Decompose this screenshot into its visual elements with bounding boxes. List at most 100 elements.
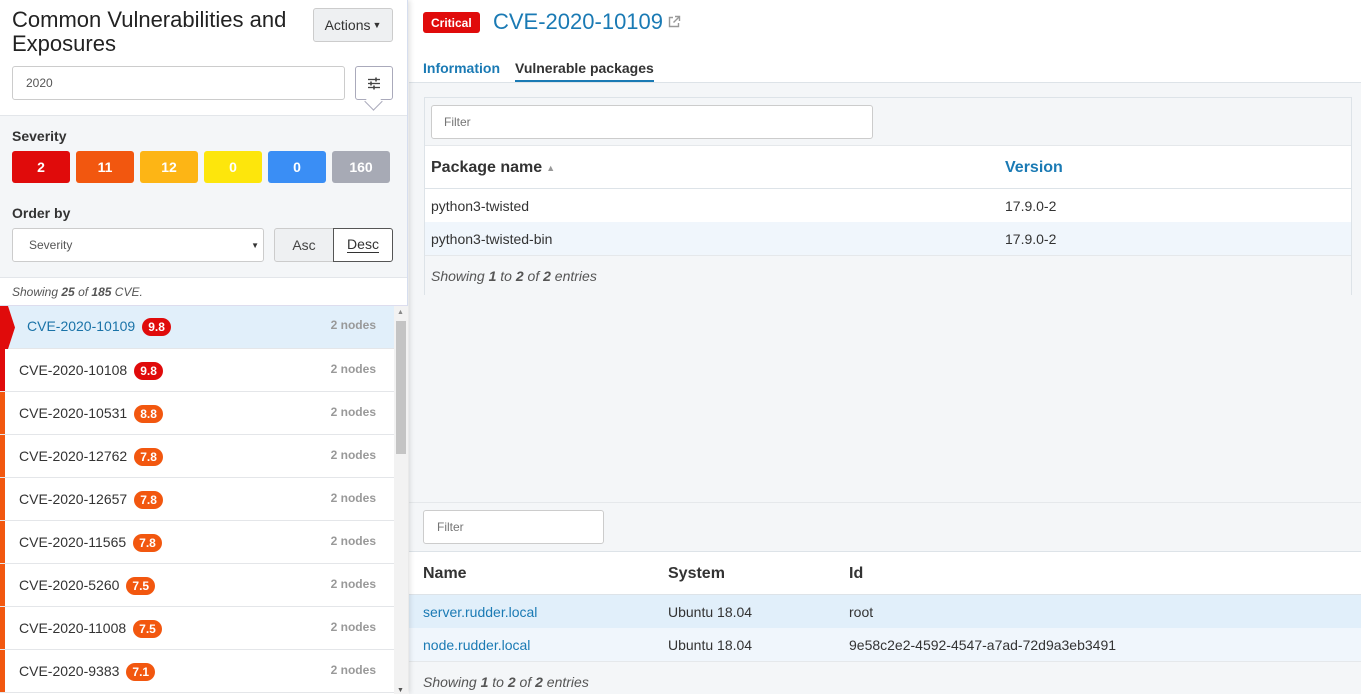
severity-badge: Critical (423, 12, 480, 33)
scrollbar-thumb[interactable] (396, 321, 406, 454)
packages-filter-input[interactable] (431, 105, 873, 139)
cve-list-item[interactable]: CVE-2020-10109 9.8 2 nodes (0, 306, 394, 349)
summary-text: CVE. (111, 285, 143, 299)
cve-list-item[interactable]: CVE-2020-9383 7.1 2 nodes (0, 650, 394, 693)
search-input[interactable] (12, 66, 345, 100)
severity-none-count[interactable]: 0 (268, 151, 326, 183)
actions-button[interactable]: Actions ▼ (313, 8, 393, 42)
left-header: Common Vulnerabilities and Exposures Act… (0, 0, 407, 116)
severity-bar (0, 349, 5, 391)
affected-nodes-count: 2 nodes (330, 405, 376, 419)
node-system: Ubuntu 18.04 (668, 637, 753, 653)
summary-count: 25 (61, 285, 75, 299)
asc-button[interactable]: Asc (274, 228, 334, 262)
affected-nodes-count: 2 nodes (330, 491, 376, 505)
info-text: of (523, 268, 544, 284)
filters-section: Severity 2 11 12 0 0 160 Order by Severi… (0, 116, 407, 278)
nodes-filter-input[interactable] (423, 510, 604, 544)
summary-text: of (74, 285, 92, 299)
severity-medium-count[interactable]: 12 (140, 151, 198, 183)
cve-list-item[interactable]: CVE-2020-11008 7.5 2 nodes (0, 607, 394, 650)
cve-id: CVE-2020-10108 (19, 362, 128, 378)
name-column-header[interactable]: Name (423, 565, 467, 583)
node-id: root (849, 604, 874, 620)
scroll-up-arrow-icon[interactable]: ▲ (397, 309, 404, 316)
cve-id: CVE-2020-11008 (19, 620, 127, 636)
version-column-header[interactable]: Version (1005, 159, 1063, 177)
package-version: 17.9.0-2 (1005, 198, 1057, 214)
filter-options-button[interactable] (355, 66, 393, 100)
tab-vulnerable-packages[interactable]: Vulnerable packages (515, 60, 654, 83)
cve-list-item[interactable]: CVE-2020-5260 7.5 2 nodes (0, 564, 394, 607)
nodes-table-header: Name System Id (409, 552, 1361, 595)
cvss-score-badge: 8.8 (134, 405, 163, 424)
id-column-header[interactable]: Id (849, 565, 863, 583)
cve-list-item[interactable]: CVE-2020-12762 7.8 2 nodes (0, 435, 394, 478)
tab-information[interactable]: Information (423, 60, 500, 76)
scroll-down-arrow-icon[interactable]: ▼ (397, 687, 404, 694)
cvss-score-badge: 7.5 (126, 577, 156, 596)
affected-nodes-count: 2 nodes (330, 534, 376, 548)
severity-filter-group: 2 11 12 0 0 160 (12, 151, 390, 183)
cve-id: CVE-2020-12657 (19, 491, 128, 507)
affected-nodes-section: Name System Id server.rudder.local Ubunt… (409, 502, 1361, 694)
packages-section: Package name▲ Version python3-twisted 17… (409, 83, 1361, 502)
cve-id: CVE-2020-11565 (19, 534, 127, 550)
severity-low-count[interactable]: 0 (204, 151, 262, 183)
cvss-score-badge: 7.8 (134, 491, 163, 510)
cve-id: CVE-2020-5260 (19, 577, 120, 593)
summary-total: 185 (91, 285, 112, 299)
selected-indicator-icon (0, 306, 15, 349)
order-by-select[interactable]: Severity ▼ (12, 228, 264, 262)
desc-button[interactable]: Desc (333, 228, 393, 262)
summary-text: Showing (12, 285, 62, 299)
external-link-icon[interactable] (667, 15, 681, 29)
packages-filter-bar (425, 98, 1351, 146)
affected-nodes-count: 2 nodes (330, 318, 376, 332)
sort-ascending-icon: ▲ (546, 162, 556, 173)
severity-label: Severity (12, 128, 67, 144)
cve-title-link[interactable]: CVE-2020-10109 (493, 9, 663, 35)
affected-nodes-count: 2 nodes (330, 620, 376, 634)
cvss-score-badge: 9.8 (142, 318, 171, 337)
cve-count-summary: Showing 25 of 185 CVE. (0, 278, 407, 306)
severity-bar (0, 392, 5, 434)
sliders-icon (368, 77, 380, 89)
page-title: Common Vulnerabilities and Exposures (12, 7, 287, 56)
cvss-score-badge: 7.8 (133, 534, 162, 553)
nodes-table-info: Showing 1 to 2 of 2 entries (409, 661, 1361, 694)
package-name: python3-twisted-bin (431, 231, 553, 247)
package-version: 17.9.0-2 (1005, 231, 1057, 247)
cve-list-item[interactable]: CVE-2020-11565 7.8 2 nodes (0, 521, 394, 564)
info-text: to (496, 268, 516, 284)
node-name-link[interactable]: server.rudder.local (423, 604, 537, 620)
severity-critical-count[interactable]: 2 (12, 151, 70, 183)
table-row: server.rudder.local Ubuntu 18.04 root (409, 595, 1361, 628)
caret-down-icon: ▼ (372, 20, 382, 30)
affected-nodes-count: 2 nodes (330, 577, 376, 591)
cvss-score-badge: 7.8 (134, 448, 163, 467)
cve-list-scrollbar[interactable]: ▲ ▼ (394, 306, 408, 694)
cve-list-item[interactable]: CVE-2020-10108 9.8 2 nodes (0, 349, 394, 392)
cve-id: CVE-2020-10109 (27, 318, 136, 334)
node-system: Ubuntu 18.04 (668, 604, 753, 620)
actions-label: Actions (324, 17, 371, 33)
package-name-column-header[interactable]: Package name ▲ (431, 159, 555, 177)
nodes-table: Name System Id server.rudder.local Ubunt… (409, 551, 1361, 694)
cve-id: CVE-2020-9383 (19, 663, 120, 679)
severity-high-count[interactable]: 11 (76, 151, 134, 183)
cve-list: CVE-2020-10109 9.8 2 nodes CVE-2020-10108… (0, 306, 394, 694)
node-name-link[interactable]: node.rudder.local (423, 637, 530, 653)
table-row: python3-twisted 17.9.0-2 (425, 189, 1351, 222)
cve-list-item[interactable]: CVE-2020-10531 8.8 2 nodes (0, 392, 394, 435)
info-text: Showing (423, 674, 481, 690)
cve-list-panel: Common Vulnerabilities and Exposures Act… (0, 0, 408, 694)
severity-bar (0, 478, 5, 520)
system-column-header[interactable]: System (668, 565, 725, 583)
severity-bar (0, 650, 5, 692)
affected-nodes-count: 2 nodes (330, 663, 376, 677)
severity-unknown-count[interactable]: 160 (332, 151, 390, 183)
cve-list-item[interactable]: CVE-2020-12657 7.8 2 nodes (0, 478, 394, 521)
info-total: 2 (543, 268, 551, 284)
cve-id: CVE-2020-12762 (19, 448, 128, 464)
